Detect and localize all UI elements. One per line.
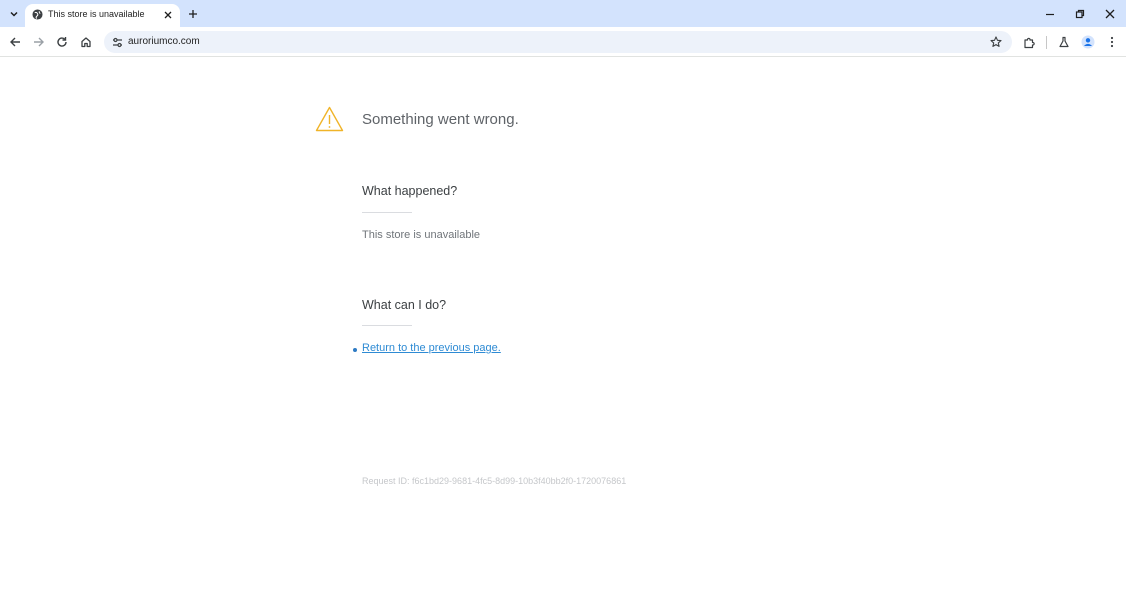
close-window-button[interactable] — [1102, 6, 1118, 22]
site-info-button[interactable] — [110, 35, 124, 49]
reload-icon — [57, 37, 67, 47]
what-can-i-do-heading: What can I do? — [362, 298, 447, 312]
toolbar-separator — [1046, 36, 1047, 49]
toolbar: auroriumco.com — [0, 27, 1126, 57]
chevron-down-icon — [10, 11, 18, 17]
extensions-button[interactable] — [1020, 33, 1038, 51]
labs-button[interactable] — [1055, 33, 1073, 51]
forward-arrow-icon — [34, 37, 44, 47]
tune-icon — [112, 37, 122, 47]
kebab-menu-icon — [1110, 36, 1114, 48]
back-button[interactable] — [6, 33, 24, 51]
tab-title: This store is unavailable — [48, 9, 145, 19]
minimize-icon — [1046, 13, 1054, 16]
back-arrow-icon — [10, 37, 20, 47]
reload-button[interactable] — [53, 33, 71, 51]
request-id: Request ID: f6c1bd29-9681-4fc5-8d99-10b3… — [362, 476, 627, 486]
star-icon — [990, 36, 1002, 47]
profile-button[interactable] — [1079, 33, 1097, 51]
what-happened-heading: What happened? — [362, 184, 458, 198]
avatar-icon — [1081, 35, 1095, 49]
home-button[interactable] — [77, 33, 95, 51]
tab-active[interactable]: This store is unavailable — [25, 4, 180, 27]
return-previous-page-link[interactable]: Return to the previous page. — [362, 342, 501, 354]
page-content: Something went wrong. What happened? Thi… — [0, 58, 1126, 602]
plus-icon — [189, 10, 197, 18]
page-title: Something went wrong. — [362, 111, 519, 128]
puzzle-icon — [1023, 37, 1035, 48]
address-bar[interactable]: auroriumco.com — [104, 31, 1012, 53]
minimize-button[interactable] — [1042, 6, 1058, 22]
restore-icon — [1075, 9, 1085, 19]
tab-search-button[interactable] — [4, 4, 24, 24]
flask-icon — [1059, 36, 1069, 48]
tab-strip: This store is unavailable — [0, 0, 1126, 27]
divider — [362, 212, 412, 213]
close-icon — [164, 11, 172, 19]
divider — [362, 325, 412, 326]
forward-button[interactable] — [30, 33, 48, 51]
globe-icon — [32, 9, 43, 20]
home-icon — [81, 37, 91, 48]
bookmark-button[interactable] — [988, 34, 1004, 50]
menu-button[interactable] — [1103, 33, 1121, 51]
new-tab-button[interactable] — [185, 6, 201, 22]
warning-triangle-icon — [315, 106, 344, 132]
what-happened-text: This store is unavailable — [362, 229, 481, 241]
restore-button[interactable] — [1072, 6, 1088, 22]
tab-close-button[interactable] — [161, 8, 175, 22]
close-icon — [1105, 9, 1115, 19]
url-text[interactable]: auroriumco.com — [128, 36, 200, 47]
list-bullet — [353, 348, 357, 352]
